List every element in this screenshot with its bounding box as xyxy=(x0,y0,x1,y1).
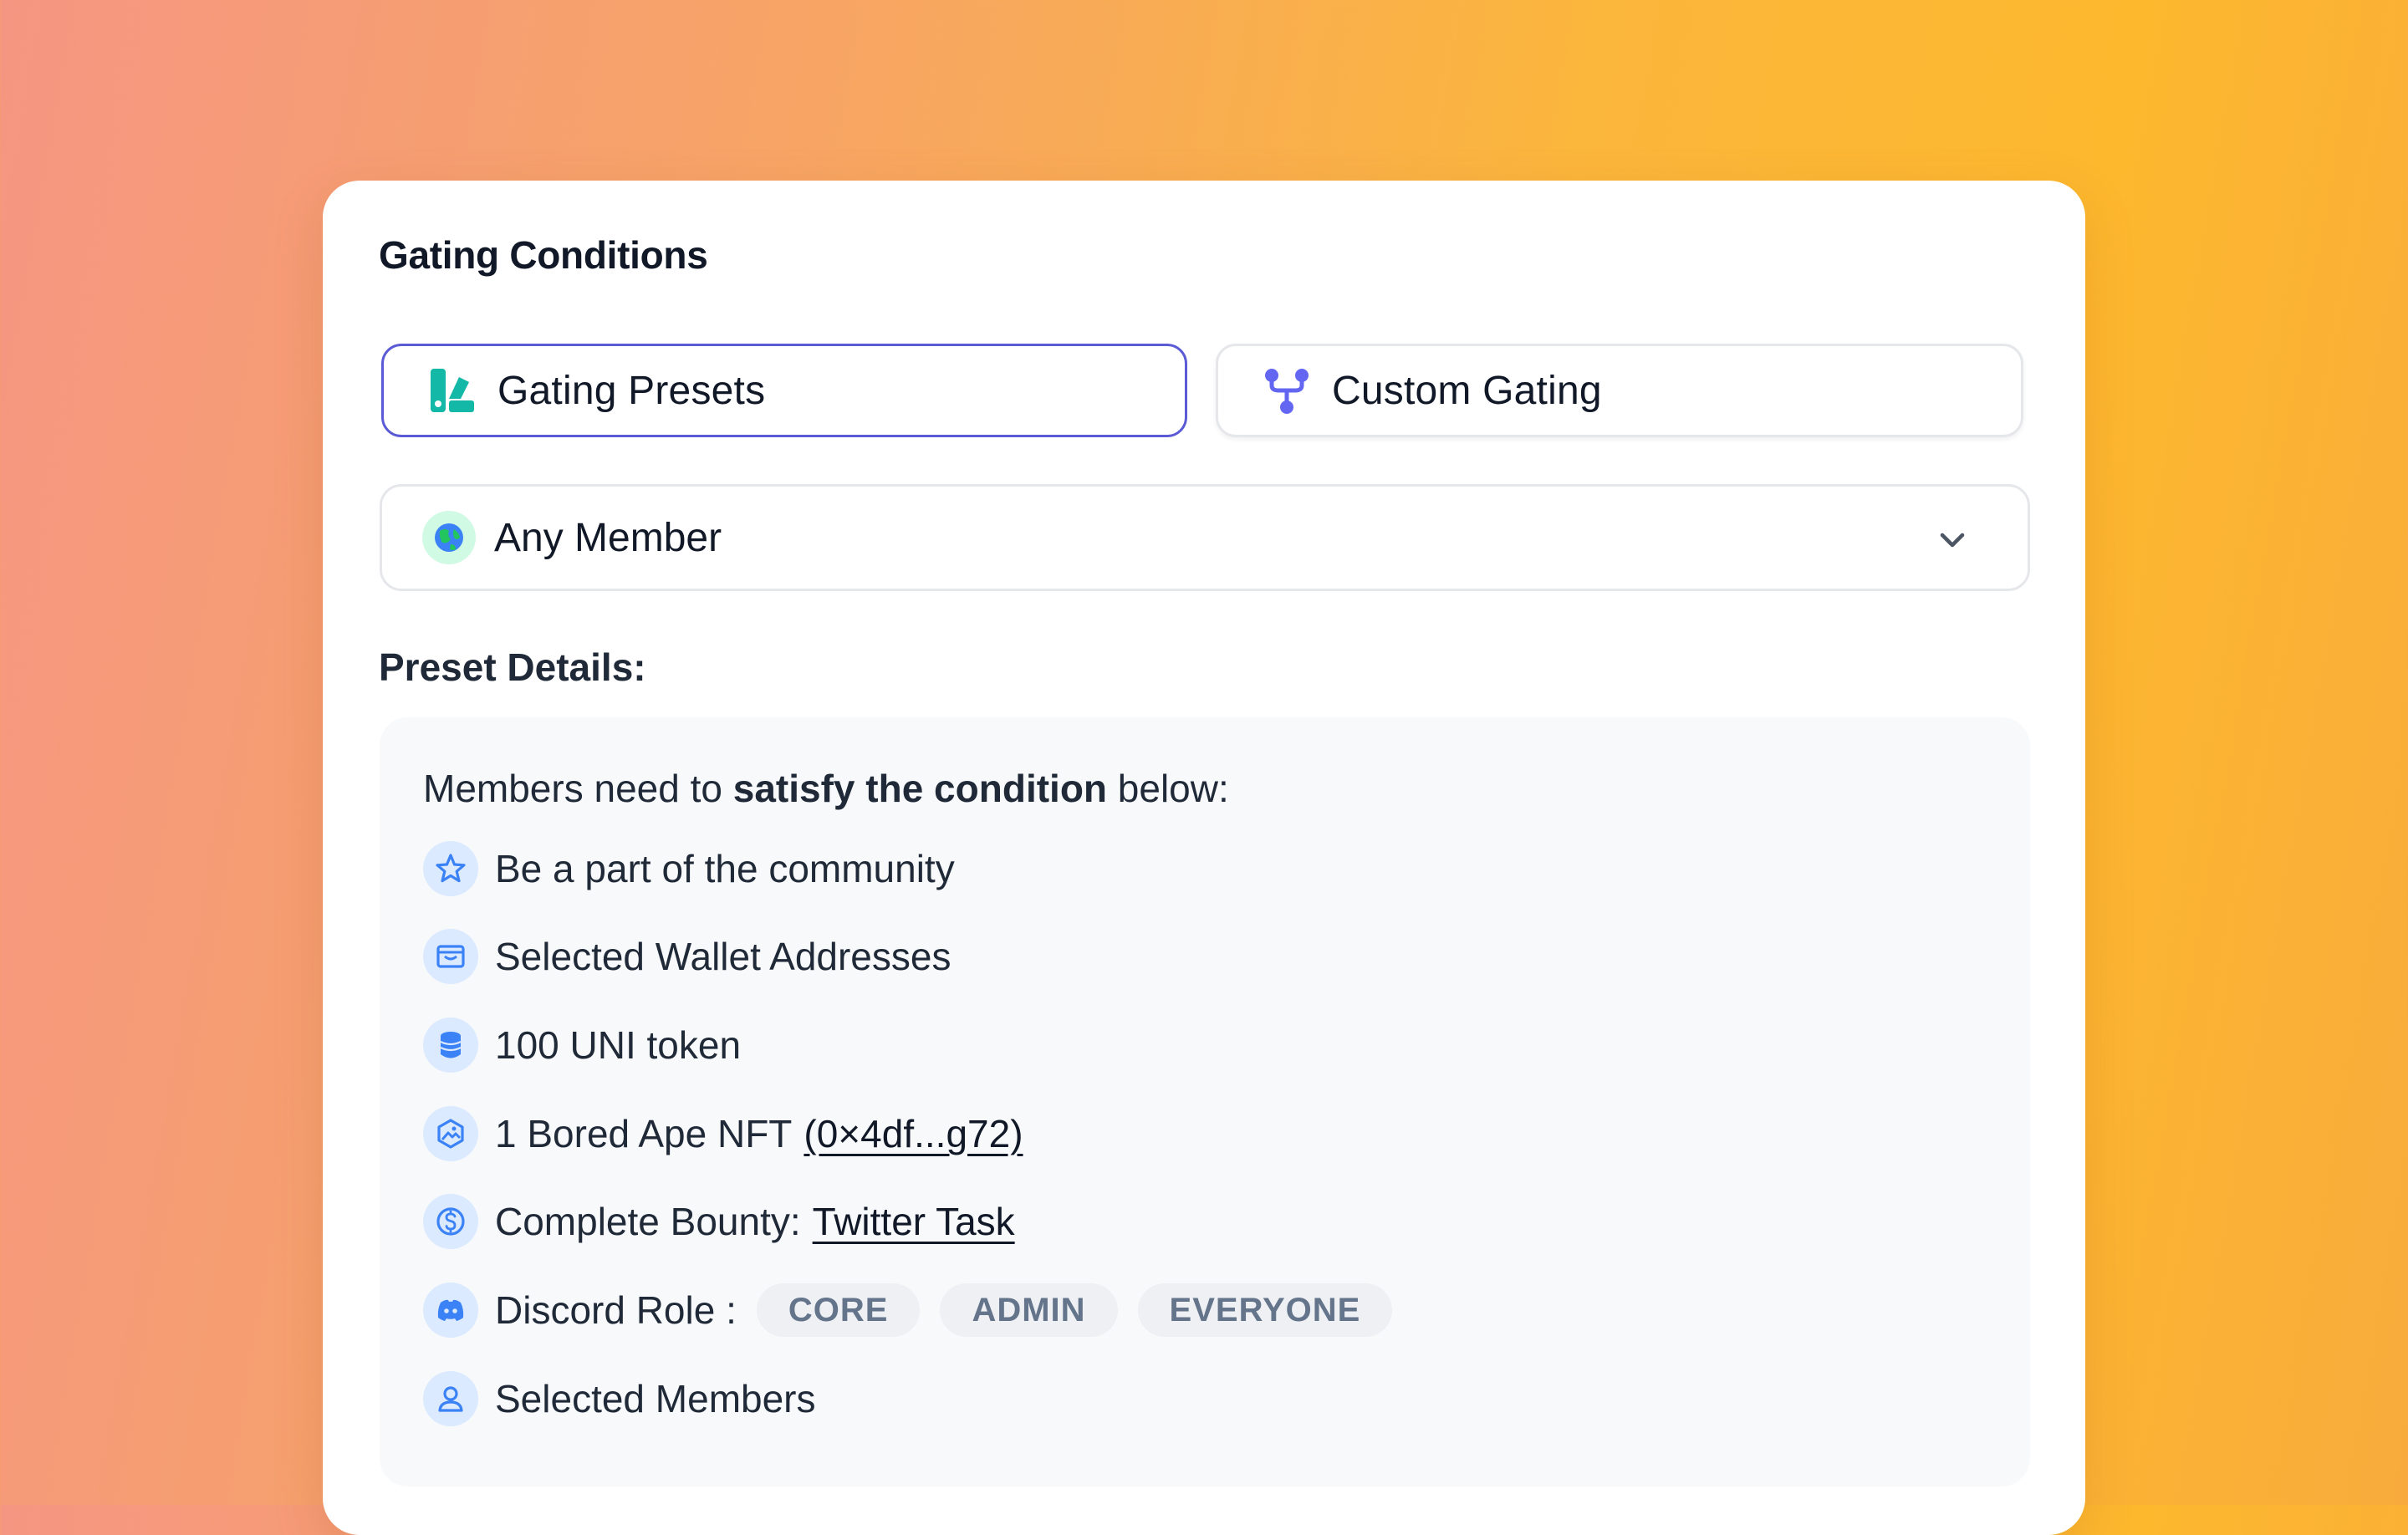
tab-label: Gating Presets xyxy=(497,368,766,413)
condition-text: Be a part of the community xyxy=(495,847,955,890)
wallet-icon xyxy=(423,929,478,984)
preset-details-panel: Members need to satisfy the condition be… xyxy=(380,717,2030,1487)
nft-contract-link[interactable]: (0×4df...g72) xyxy=(804,1111,1023,1156)
intro-bold: satisfy the condition xyxy=(732,767,1108,810)
condition-item: Selected Wallet Addresses xyxy=(423,927,951,986)
card-title: Gating Conditions xyxy=(379,233,708,277)
condition-text: Discord Role : xyxy=(495,1288,737,1332)
intro-prefix: Members need to xyxy=(423,767,722,810)
preset-select[interactable]: Any Member xyxy=(380,484,2030,591)
bounty-link[interactable]: Twitter Task xyxy=(813,1199,1015,1244)
condition-item: Complete Bounty: Twitter Task xyxy=(423,1192,1015,1251)
condition-text: 1 Bored Ape NFT xyxy=(495,1112,793,1155)
gating-conditions-card: Gating Conditions Gating Presets Custom … xyxy=(323,181,2085,1535)
chevron-down-icon[interactable] xyxy=(1936,523,1969,557)
condition-item: 1 Bored Ape NFT (0×4df...g72) xyxy=(423,1104,1023,1163)
condition-item: Selected Members xyxy=(423,1369,816,1428)
branch-icon xyxy=(1260,364,1314,417)
tab-custom-gating[interactable]: Custom Gating xyxy=(1216,344,2023,437)
dollar-icon xyxy=(423,1194,478,1249)
select-value: Any Member xyxy=(494,515,722,560)
condition-text: Selected Wallet Addresses xyxy=(495,935,951,978)
role-chip: ADMIN xyxy=(940,1283,1118,1337)
tab-gating-presets[interactable]: Gating Presets xyxy=(381,344,1187,437)
nft-icon xyxy=(423,1106,478,1161)
condition-item: Discord Role : CORE ADMIN EVERYONE xyxy=(423,1281,1393,1339)
coins-icon xyxy=(423,1017,478,1073)
condition-item: 100 UNI token xyxy=(423,1016,741,1074)
condition-text: Selected Members xyxy=(495,1377,816,1420)
globe-icon xyxy=(422,511,476,564)
condition-text: 100 UNI token xyxy=(495,1023,742,1067)
preset-details-heading: Preset Details: xyxy=(379,645,646,689)
star-icon xyxy=(423,841,478,896)
condition-text: Complete Bounty: xyxy=(495,1200,801,1243)
discord-icon xyxy=(423,1283,478,1338)
users-icon xyxy=(423,1371,478,1426)
role-chip: CORE xyxy=(756,1283,921,1337)
presets-icon xyxy=(426,364,479,417)
conditions-intro: Members need to satisfy the condition be… xyxy=(423,766,1229,811)
intro-suffix: below: xyxy=(1117,767,1229,810)
role-chip: EVERYONE xyxy=(1137,1283,1393,1337)
condition-item: Be a part of the community xyxy=(423,839,955,898)
tab-label: Custom Gating xyxy=(1332,368,1602,413)
